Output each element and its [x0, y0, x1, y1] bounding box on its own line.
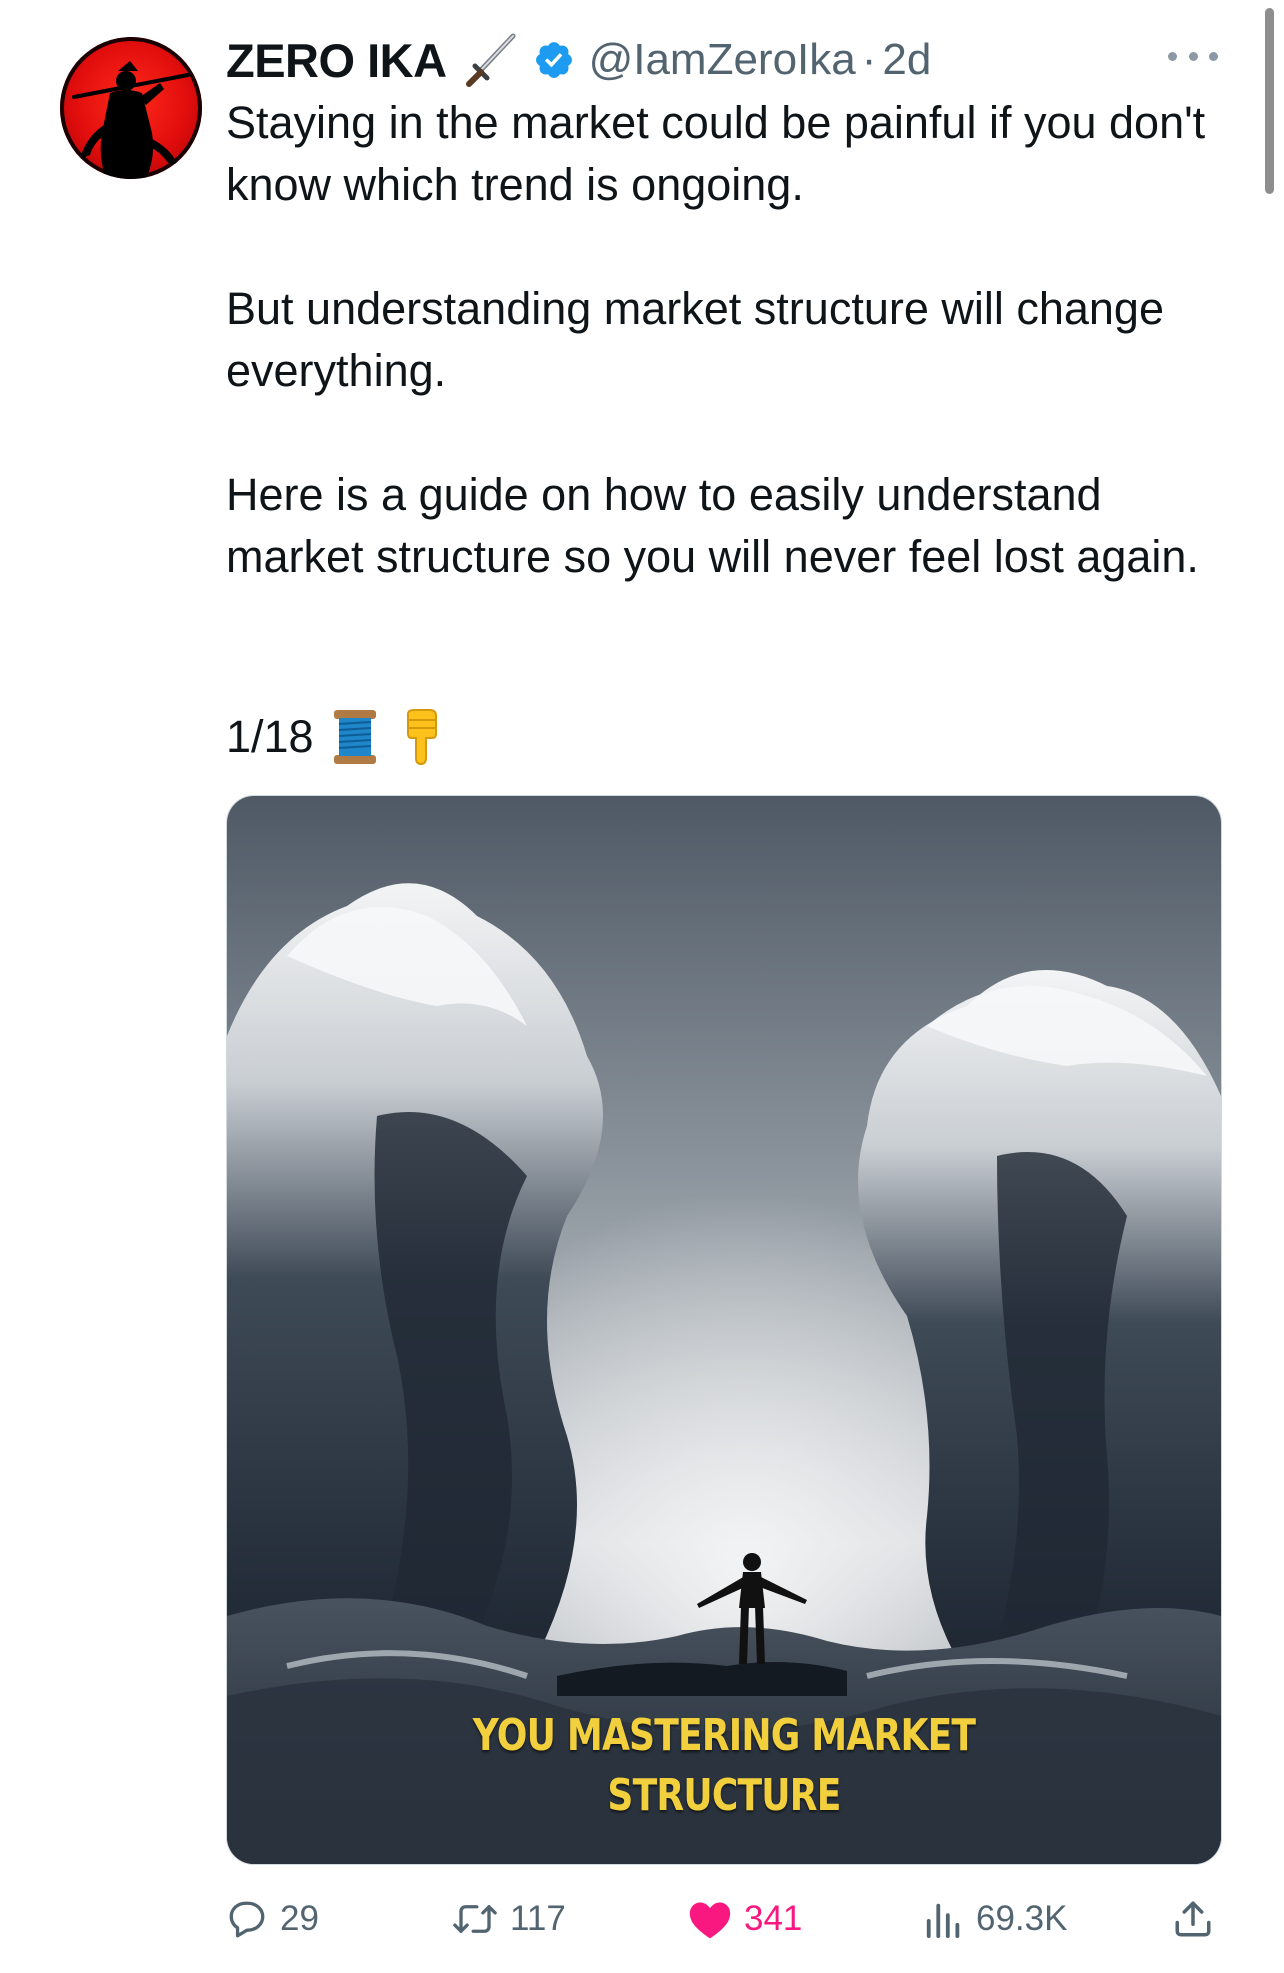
tweet-header: ZERO IKA @IamZeroIka · 2d — [226, 30, 931, 90]
tweet-paragraph: But understanding market structure will … — [226, 283, 1164, 396]
tweet-actions-bar: 29 117 341 69.3K — [226, 1890, 1226, 1948]
views-chart-icon — [926, 1903, 960, 1939]
repost-icon — [453, 1905, 497, 1933]
tweet-paragraph: Staying in the market could be painful i… — [226, 97, 1206, 210]
share-icon — [1175, 1901, 1211, 1937]
avatar[interactable] — [60, 37, 202, 179]
reply-icon — [229, 1901, 265, 1938]
verified-badge-icon[interactable] — [533, 39, 575, 81]
more-options-icon[interactable] — [1168, 44, 1218, 68]
separator-dot: · — [861, 35, 877, 84]
heart-icon — [689, 1902, 731, 1939]
like-button[interactable]: 341 — [688, 1890, 802, 1948]
scrollbar[interactable] — [1265, 8, 1274, 194]
repost-count: 117 — [510, 1899, 566, 1938]
samurai-silhouette-icon — [72, 61, 190, 179]
media-caption: YOU MASTERING MARKET STRUCTURE — [316, 1706, 1131, 1826]
like-count: 341 — [744, 1899, 803, 1938]
tweet-paragraph: Here is a guide on how to easily underst… — [226, 469, 1199, 582]
author-handle[interactable]: @IamZeroIka — [589, 35, 856, 85]
repost-button[interactable]: 117 — [452, 1890, 566, 1948]
dagger-icon — [461, 32, 519, 88]
reply-button[interactable]: 29 — [226, 1890, 319, 1948]
author-name[interactable]: ZERO IKA — [226, 33, 447, 88]
reply-count: 29 — [280, 1899, 319, 1938]
views-count: 69.3K — [976, 1899, 1068, 1938]
tweet-media-image[interactable]: YOU MASTERING MARKET STRUCTURE — [226, 795, 1222, 1865]
media-caption-line: YOU MASTERING MARKET — [472, 1710, 976, 1761]
thread-spool-icon — [330, 708, 380, 766]
thread-indicator: 1/18 — [226, 706, 446, 768]
views-button[interactable]: 69.3K — [924, 1890, 1067, 1948]
thread-count: 1/18 — [226, 711, 314, 762]
media-caption-line: STRUCTURE — [607, 1770, 841, 1821]
timestamp[interactable]: 2d — [882, 35, 931, 85]
tweet-text: Staying in the market could be painful i… — [226, 92, 1226, 588]
pointing-down-icon — [396, 708, 446, 766]
share-button[interactable] — [1172, 1890, 1214, 1948]
